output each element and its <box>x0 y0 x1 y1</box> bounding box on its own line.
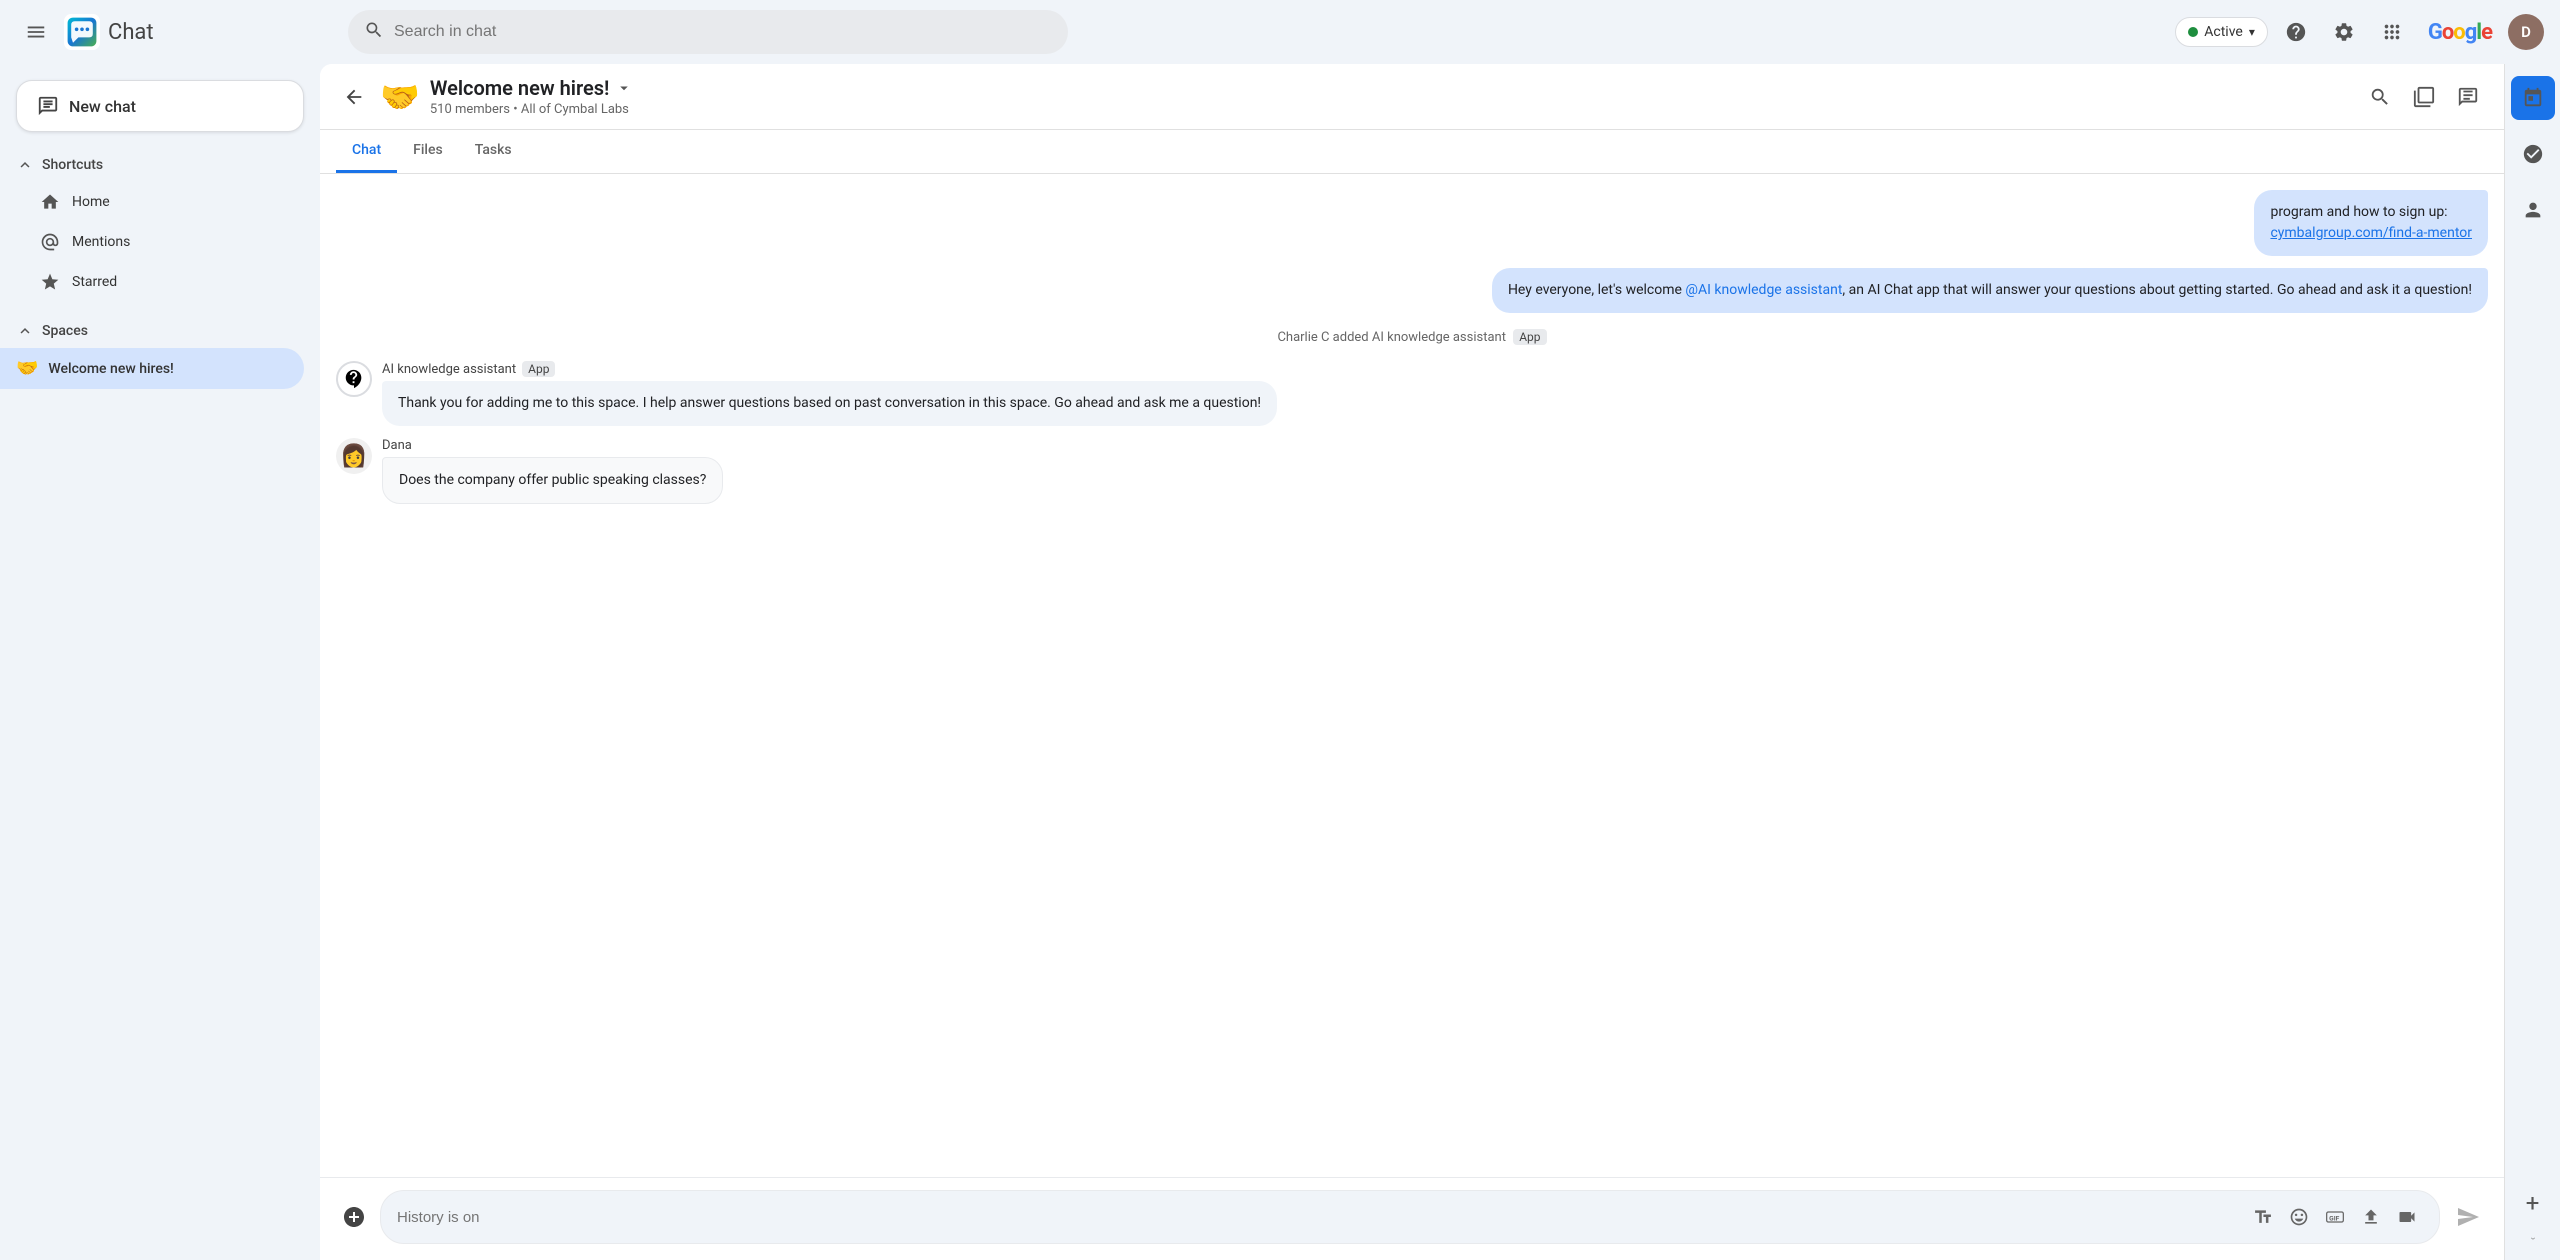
tasks-check-icon[interactable] <box>2511 132 2555 176</box>
chat-header: 🤝 Welcome new hires! 510 members • All o… <box>320 64 2504 130</box>
main-body: New chat Shortcuts Home Mentions Starred <box>0 64 2560 1260</box>
search-input[interactable] <box>394 23 1052 41</box>
send-button[interactable] <box>2448 1197 2488 1237</box>
dana-message-content: Dana Does the company offer public speak… <box>382 438 2488 504</box>
app-title: Chat <box>108 20 154 45</box>
shortcuts-section: Shortcuts Home Mentions Starred <box>0 148 320 302</box>
chevron-down-icon: ▾ <box>2249 25 2255 39</box>
expand-icon[interactable]: › <box>2527 1237 2538 1240</box>
hamburger-icon[interactable] <box>16 12 56 52</box>
dana-sender: Dana <box>382 438 2488 453</box>
dana-message-text: Does the company offer public speaking c… <box>382 457 723 504</box>
chat-title: Welcome new hires! <box>430 76 2360 100</box>
sidebar-item-starred[interactable]: Starred <box>0 262 304 302</box>
chat-area: 🤝 Welcome new hires! 510 members • All o… <box>320 64 2504 1260</box>
message-bubble: Hey everyone, let's welcome @AI knowledg… <box>1492 268 2488 313</box>
google-logo: Google <box>2428 20 2492 45</box>
members-panel-icon[interactable] <box>2404 77 2444 117</box>
message-1: program and how to sign up: cymbalgroup.… <box>336 190 2488 256</box>
search-chat-icon[interactable] <box>2360 77 2400 117</box>
tab-chat[interactable]: Chat <box>336 130 397 173</box>
avatar[interactable]: D <box>2508 14 2544 50</box>
message-input-box[interactable]: GIF <box>380 1190 2440 1244</box>
system-text: Charlie C added AI knowledge assistant <box>1277 330 1506 345</box>
space-emoji: 🤝 <box>16 358 38 379</box>
search-icon <box>364 20 384 44</box>
input-row: GIF <box>336 1190 2488 1244</box>
input-area: GIF <box>320 1177 2504 1260</box>
chat-subtitle: 510 members • All of Cymbal Labs <box>430 102 2360 117</box>
add-attachment-button[interactable] <box>336 1199 372 1235</box>
dana-name: Dana <box>382 438 412 453</box>
tab-files[interactable]: Files <box>397 130 459 173</box>
messages-area: program and how to sign up: cymbalgroup.… <box>320 174 2504 1177</box>
message-2: Hey everyone, let's welcome @AI knowledg… <box>336 268 2488 313</box>
mentor-link[interactable]: cymbalgroup.com/find-a-mentor <box>2270 225 2472 241</box>
input-tools: GIF <box>2247 1201 2423 1233</box>
sidebar-space-welcome[interactable]: 🤝 Welcome new hires! <box>0 348 304 389</box>
chat-header-actions <box>2360 77 2488 117</box>
space-avatar: 🤝 <box>380 78 420 116</box>
top-header: Chat Active ▾ Google D <box>0 0 2560 64</box>
emoji-icon[interactable] <box>2283 1201 2315 1233</box>
header-left: Chat <box>16 12 336 52</box>
bot-sender: AI knowledge assistant App <box>382 361 2488 377</box>
apps-icon[interactable] <box>2372 12 2412 52</box>
message-input[interactable] <box>397 1209 2239 1226</box>
app-badge: App <box>1513 329 1546 345</box>
bot-avatar <box>336 361 372 397</box>
spaces-header[interactable]: Spaces <box>0 310 320 348</box>
chat-tabs: Chat Files Tasks <box>320 130 2504 174</box>
contacts-icon[interactable] <box>2511 188 2555 232</box>
bot-badge: App <box>522 361 555 377</box>
bot-message-text: Thank you for adding me to this space. I… <box>382 381 1277 426</box>
gif-icon[interactable]: GIF <box>2319 1201 2351 1233</box>
sidebar: New chat Shortcuts Home Mentions Starred <box>0 64 320 1260</box>
bot-name: AI knowledge assistant <box>382 362 516 377</box>
message-bubble: program and how to sign up: cymbalgroup.… <box>2254 190 2488 256</box>
shortcuts-header[interactable]: Shortcuts <box>0 148 320 182</box>
add-app-button[interactable]: + <box>2511 1181 2555 1225</box>
right-panel: 🤝 Welcome new hires! 510 members • All o… <box>320 64 2560 1260</box>
chevron-down-icon[interactable] <box>615 79 633 97</box>
threads-icon[interactable] <box>2448 77 2488 117</box>
sidebar-item-home-label: Home <box>72 194 110 210</box>
settings-icon[interactable] <box>2324 12 2364 52</box>
spaces-label: Spaces <box>42 323 88 339</box>
svg-text:GIF: GIF <box>2329 1214 2339 1222</box>
header-right: Active ▾ Google D <box>2175 12 2544 52</box>
status-label: Active <box>2204 24 2243 40</box>
chat-header-info: Welcome new hires! 510 members • All of … <box>430 76 2360 117</box>
new-chat-button[interactable]: New chat <box>16 80 304 132</box>
calendar-icon[interactable] <box>2511 76 2555 120</box>
new-chat-label: New chat <box>69 97 136 116</box>
message-bot: AI knowledge assistant App Thank you for… <box>336 361 2488 426</box>
back-button[interactable] <box>336 79 372 115</box>
right-sidebar: + › <box>2504 64 2560 1260</box>
bot-message-content: AI knowledge assistant App Thank you for… <box>382 361 2488 426</box>
mention-ai: @AI knowledge assistant <box>1685 282 1842 298</box>
sidebar-item-mentions[interactable]: Mentions <box>0 222 304 262</box>
upload-icon[interactable] <box>2355 1201 2387 1233</box>
system-notice: Charlie C added AI knowledge assistant A… <box>336 325 2488 349</box>
search-bar[interactable] <box>348 10 1068 54</box>
status-button[interactable]: Active ▾ <box>2175 17 2268 47</box>
tab-tasks[interactable]: Tasks <box>459 130 528 173</box>
status-indicator <box>2188 27 2198 37</box>
space-label: Welcome new hires! <box>48 361 173 377</box>
sidebar-item-starred-label: Starred <box>72 274 117 290</box>
shortcuts-label: Shortcuts <box>42 157 103 173</box>
app-logo <box>64 14 100 50</box>
format-text-icon[interactable] <box>2247 1201 2279 1233</box>
sidebar-item-home[interactable]: Home <box>0 182 304 222</box>
help-icon[interactable] <box>2276 12 2316 52</box>
dana-avatar: 👩 <box>336 438 372 474</box>
sidebar-item-mentions-label: Mentions <box>72 234 130 250</box>
message-dana: 👩 Dana Does the company offer public spe… <box>336 438 2488 504</box>
video-icon[interactable] <box>2391 1201 2423 1233</box>
